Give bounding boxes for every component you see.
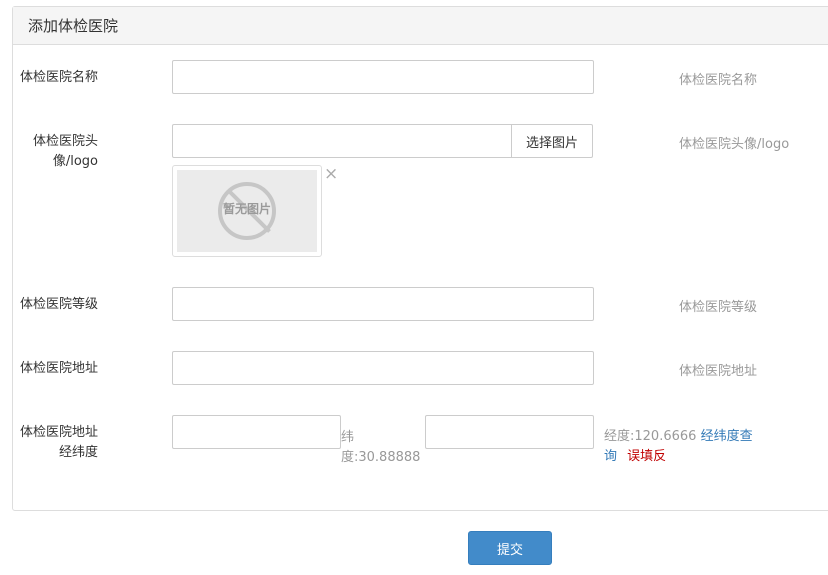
- latitude-text-line2: 度:30.88888: [341, 450, 421, 465]
- submit-button[interactable]: 提交: [468, 531, 552, 565]
- logo-label-line1: 体检医院头: [32, 134, 98, 149]
- name-help: 体检医院名称: [679, 73, 758, 88]
- address-help: 体检医院地址: [679, 364, 758, 379]
- longitude-area: 经度:120.6666 经纬度查 询 误填反: [604, 427, 774, 467]
- coords-input-2[interactable]: [425, 415, 594, 449]
- logo-help: 体检医院头像/logo: [679, 137, 790, 152]
- no-image-placeholder: 暂无图片: [177, 170, 317, 252]
- longitude-text: 经度:120.6666: [604, 429, 697, 444]
- logo-label: 体检医院头 像/logo: [12, 132, 98, 172]
- coords-label-line1: 体检医院地址: [19, 425, 98, 440]
- panel-title: 添加体检医院: [13, 7, 828, 45]
- latitude-text-line1: 纬: [341, 430, 355, 445]
- address-label: 体检医院地址: [19, 361, 98, 376]
- coords-lookup-link-part2[interactable]: 询: [604, 449, 617, 464]
- level-help: 体检医院等级: [679, 300, 758, 315]
- choose-image-button[interactable]: 选择图片: [511, 124, 593, 158]
- hospital-level-input[interactable]: [172, 287, 594, 321]
- name-label: 体检医院名称: [19, 70, 98, 85]
- hospital-address-input[interactable]: [172, 351, 594, 385]
- coords-error-text: 误填反: [627, 449, 667, 464]
- logo-preview: 暂无图片: [172, 165, 322, 257]
- coords-label-line2: 经纬度: [58, 445, 98, 460]
- remove-image-icon[interactable]: ×: [324, 166, 338, 183]
- latitude-text: 纬 度:30.88888: [341, 428, 423, 468]
- level-label: 体检医院等级: [19, 297, 98, 312]
- coords-label: 体检医院地址 经纬度: [12, 423, 98, 463]
- logo-label-line2: 像/logo: [52, 154, 98, 169]
- logo-path-input[interactable]: [172, 124, 512, 158]
- coords-input-1[interactable]: [172, 415, 341, 449]
- coords-lookup-link-part1[interactable]: 经纬度查: [701, 429, 753, 444]
- no-image-text: 暂无图片: [222, 202, 271, 216]
- no-image-icon: 暂无图片: [218, 182, 276, 240]
- hospital-name-input[interactable]: [172, 60, 594, 94]
